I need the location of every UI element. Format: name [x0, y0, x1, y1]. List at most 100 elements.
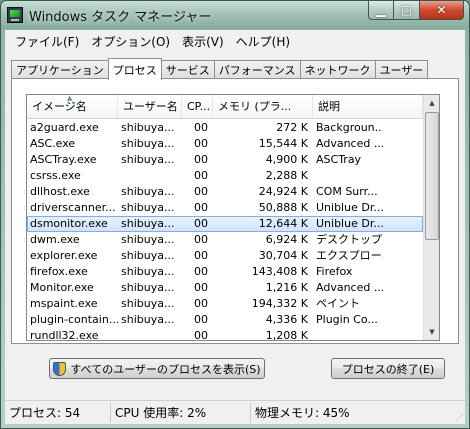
scroll-down-icon[interactable]: ▼	[424, 324, 439, 340]
tab-services[interactable]: サービス	[160, 60, 215, 79]
process-cpu-cell: 00	[194, 265, 208, 278]
process-name-cell: firefox.exe	[30, 265, 88, 278]
process-name-cell: a2guard.exe	[30, 121, 99, 134]
tab-applications[interactable]: アプリケーション	[11, 60, 109, 79]
column-user-name[interactable]: ユーザー名	[118, 95, 182, 119]
process-memory-cell: 4,900 K	[265, 153, 308, 166]
process-memory-cell: 24,924 K	[258, 185, 308, 198]
process-name-cell: rundll32.exe	[30, 329, 99, 341]
tab-users[interactable]: ユーザー	[374, 60, 429, 79]
process-cpu-cell: 00	[194, 329, 208, 341]
process-name-cell: Monitor.exe	[30, 281, 94, 294]
process-user-cell: shibuya...	[121, 153, 175, 166]
tab-strip: アプリケーション プロセス サービス パフォーマンス ネットワーク ユーザー	[11, 58, 429, 80]
process-memory-cell: 12,644 K	[258, 217, 308, 230]
vertical-scrollbar[interactable]: ▲ ▼	[423, 95, 439, 340]
title-bar[interactable]: Windows タスク マネージャー ▁ □ ✕	[1, 1, 469, 29]
caption-buttons: ▁ □ ✕	[368, 1, 464, 20]
column-memory[interactable]: メモリ (プラ...	[213, 95, 313, 119]
process-list[interactable]: ▲ イメージ名 ユーザー名 CP... メモリ (プラ... 説明 a2guard…	[26, 94, 440, 341]
process-memory-cell: 30,704 K	[258, 249, 308, 262]
process-name-cell: mspaint.exe	[30, 297, 98, 310]
process-cpu-cell: 00	[194, 233, 208, 246]
show-all-users-button[interactable]: すべてのユーザーのプロセスを表示(S)	[49, 358, 265, 379]
table-row[interactable]: Monitor.exe shibuya... 00 1,216 K Advanced .…	[27, 280, 423, 296]
table-row[interactable]: mspaint.exe shibuya... 00 194,332 K ペイント	[27, 296, 423, 312]
process-name-cell: ASCTray.exe	[30, 153, 97, 166]
resize-grip-icon[interactable]: ⋰	[455, 413, 463, 422]
scroll-up-icon[interactable]: ▲	[424, 95, 439, 111]
process-user-cell: shibuya...	[121, 217, 175, 230]
task-manager-icon	[7, 7, 23, 23]
table-row[interactable]: ASC.exe shibuya... 00 15,544 K Advanced ...	[27, 136, 423, 152]
process-description-cell: エクスプロー...	[316, 249, 383, 262]
process-name-cell: dsmonitor.exe	[30, 217, 108, 230]
table-row[interactable]: dllhost.exe shibuya... 00 24,924 K COM Surr.…	[27, 184, 423, 200]
process-user-cell: shibuya...	[121, 185, 175, 198]
process-description-cell: Uniblue Dr...	[316, 217, 383, 230]
process-user-cell: shibuya...	[121, 201, 175, 214]
column-image-name-label: イメージ名	[32, 100, 87, 113]
table-row[interactable]: firefox.exe shibuya... 00 143,408 K Firefox	[27, 264, 423, 280]
process-cpu-cell: 00	[194, 249, 208, 262]
status-cpu-usage: CPU 使用率: 2%	[111, 402, 251, 423]
column-image-name[interactable]: ▲ イメージ名	[27, 95, 118, 119]
list-header: ▲ イメージ名 ユーザー名 CP... メモリ (プラ... 説明	[27, 95, 423, 119]
menu-options[interactable]: オプション(O)	[85, 33, 176, 50]
process-memory-cell: 50,888 K	[258, 201, 308, 214]
process-name-cell: plugin-contain...	[30, 313, 118, 326]
status-physical-memory: 物理メモリ: 45%	[255, 405, 350, 420]
close-icon: ✕	[436, 3, 447, 17]
process-cpu-cell: 00	[194, 137, 208, 150]
process-description-cell: デスクトップ...	[316, 233, 383, 246]
process-cpu-cell: 00	[194, 313, 208, 326]
process-user-cell: shibuya...	[121, 233, 175, 246]
processes-panel: ▲ イメージ名 ユーザー名 CP... メモリ (プラ... 説明 a2guard…	[11, 78, 459, 344]
minimize-button[interactable]: ▁	[368, 1, 394, 20]
table-row[interactable]: dsmonitor.exe shibuya... 00 12,644 K Uniblue…	[27, 216, 423, 232]
process-cpu-cell: 00	[194, 121, 208, 134]
close-button[interactable]: ✕	[420, 1, 464, 20]
process-memory-cell: 2,288 K	[265, 169, 308, 182]
process-user-cell: shibuya...	[121, 121, 175, 134]
menu-help[interactable]: ヘルプ(H)	[230, 33, 296, 50]
process-memory-cell: 1,208 K	[265, 329, 308, 341]
table-row[interactable]: explorer.exe shibuya... 00 30,704 K エクスプロー..…	[27, 248, 423, 264]
status-bar: プロセス: 54 CPU 使用率: 2% 物理メモリ: 45% ⋰	[5, 400, 465, 424]
end-process-button[interactable]: プロセスの終了(E)	[331, 358, 445, 379]
process-cpu-cell: 00	[194, 185, 208, 198]
show-all-users-label: すべてのユーザーのプロセスを表示(S)	[70, 362, 261, 376]
tab-processes[interactable]: プロセス	[107, 58, 162, 80]
process-rows: a2guard.exe shibuya... 00 272 K Backgroun...…	[27, 120, 423, 341]
tab-performance[interactable]: パフォーマンス	[213, 60, 301, 79]
process-memory-cell: 6,924 K	[265, 233, 308, 246]
table-row[interactable]: a2guard.exe shibuya... 00 272 K Backgroun...	[27, 120, 423, 136]
table-row[interactable]: plugin-contain... shibuya... 00 4,336 K Plug…	[27, 312, 423, 328]
table-row[interactable]: dwm.exe shibuya... 00 6,924 K デスクトップ...	[27, 232, 423, 248]
maximize-button[interactable]: □	[394, 1, 420, 20]
client-area: アプリケーション プロセス サービス パフォーマンス ネットワーク ユーザー ▲…	[5, 52, 465, 400]
minimize-icon: ▁	[376, 3, 386, 17]
tab-networking[interactable]: ネットワーク	[299, 60, 376, 79]
process-user-cell	[118, 328, 182, 340]
maximize-icon: □	[400, 3, 413, 17]
table-row[interactable]: csrss.exe 00 2,288 K	[27, 168, 423, 184]
process-memory-cell: 1,216 K	[265, 281, 308, 294]
status-process-count: プロセス: 54	[5, 402, 111, 423]
scroll-thumb[interactable]	[425, 112, 439, 240]
process-cpu-cell: 00	[194, 169, 208, 182]
process-name-cell: ASC.exe	[30, 137, 76, 150]
process-name-cell: driverscanner...	[30, 201, 116, 214]
column-description[interactable]: 説明	[313, 95, 423, 119]
process-description-cell: Uniblue Dr...	[316, 201, 383, 214]
process-user-cell: shibuya...	[121, 297, 175, 310]
table-row[interactable]: ASCTray.exe shibuya... 00 4,900 K ASCTray	[27, 152, 423, 168]
process-user-cell: shibuya...	[121, 265, 175, 278]
menu-file[interactable]: ファイル(F)	[9, 33, 85, 50]
process-user-cell: shibuya...	[121, 249, 175, 262]
table-row[interactable]: rundll32.exe 00 1,208 K	[27, 328, 423, 341]
process-cpu-cell: 00	[194, 201, 208, 214]
column-cpu[interactable]: CP...	[182, 95, 213, 119]
table-row[interactable]: driverscanner... shibuya... 00 50,888 K Unib…	[27, 200, 423, 216]
menu-view[interactable]: 表示(V)	[176, 33, 230, 50]
